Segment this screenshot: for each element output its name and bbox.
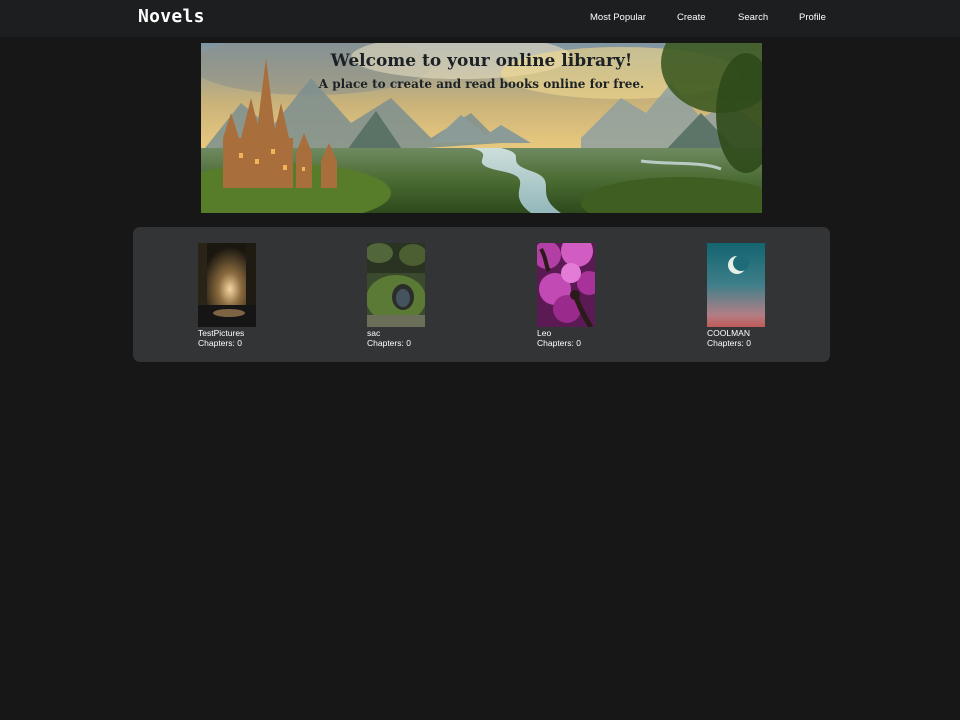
book-card-coolman[interactable]: COOLMAN Chapters: 0 bbox=[707, 243, 777, 348]
book-cover-image[interactable] bbox=[198, 243, 256, 327]
book-grid-panel: TestPictures Chapters: 0 sac Chapters: 0 bbox=[133, 227, 830, 362]
banner-subtitle: A place to create and read books online … bbox=[318, 77, 645, 91]
book-chapter-count: Chapters: 0 bbox=[537, 338, 581, 348]
brand-logo-link[interactable]: Novels bbox=[138, 6, 205, 27]
book-cover-image[interactable] bbox=[537, 243, 595, 327]
book-cover-image[interactable] bbox=[367, 243, 425, 327]
book-card-sac[interactable]: sac Chapters: 0 bbox=[367, 243, 437, 348]
book-chapter-count: Chapters: 0 bbox=[707, 338, 751, 348]
nav-profile[interactable]: Profile bbox=[799, 12, 826, 23]
book-title[interactable]: sac bbox=[367, 328, 437, 338]
book-title[interactable]: Leo bbox=[537, 328, 607, 338]
banner-title: Welcome to your online library! bbox=[330, 51, 633, 71]
hero-banner: Welcome to your online library! A place … bbox=[201, 43, 762, 213]
nav-search[interactable]: Search bbox=[738, 12, 768, 23]
book-cover-image[interactable] bbox=[707, 243, 765, 327]
book-title[interactable]: TestPictures bbox=[198, 328, 268, 338]
nav-most-popular[interactable]: Most Popular bbox=[590, 12, 646, 23]
book-chapter-count: Chapters: 0 bbox=[367, 338, 411, 348]
top-navbar: Novels Most Popular Create Search Profil… bbox=[0, 0, 960, 37]
book-card-leo[interactable]: Leo Chapters: 0 bbox=[537, 243, 607, 348]
book-card-testpictures[interactable]: TestPictures Chapters: 0 bbox=[198, 243, 268, 348]
nav-create[interactable]: Create bbox=[677, 12, 706, 23]
book-title[interactable]: COOLMAN bbox=[707, 328, 777, 338]
book-chapter-count: Chapters: 0 bbox=[198, 338, 242, 348]
